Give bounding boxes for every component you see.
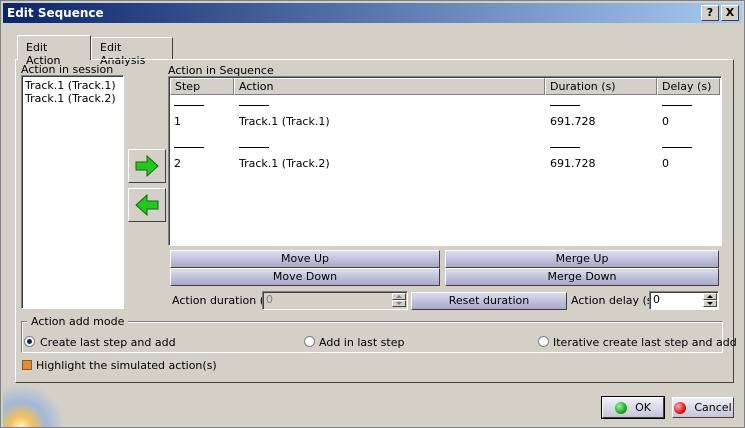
action-duration-label: Action duration (s) <box>172 294 275 307</box>
spin-down-icon[interactable] <box>703 300 717 307</box>
help-button[interactable]: ? <box>701 5 719 21</box>
window-title: Edit Sequence <box>7 6 104 20</box>
decorative-glow-icon <box>3 381 63 427</box>
add-mode-label: Action add mode <box>27 315 129 328</box>
arrow-right-icon <box>135 155 159 177</box>
move-up-button[interactable]: Move Up <box>170 250 440 268</box>
add-to-sequence-button[interactable] <box>128 149 166 183</box>
column-header-action[interactable]: Action <box>234 78 545 95</box>
cell-step: 2 <box>174 147 204 170</box>
spin-up-icon[interactable] <box>703 293 717 300</box>
column-header-duration[interactable]: Duration (s) <box>545 78 657 95</box>
highlight-label[interactable]: Highlight the simulated action(s) <box>36 359 217 372</box>
highlight-checkbox[interactable] <box>22 360 32 370</box>
radio-button[interactable] <box>538 336 549 347</box>
action-delay-field[interactable]: 0 <box>649 291 719 310</box>
cell-delay: 0 <box>662 147 692 170</box>
sequence-table[interactable]: Step Action Duration (s) Delay (s) 1 Tra… <box>168 76 722 246</box>
close-button[interactable]: X <box>721 5 739 21</box>
tab-edit-analysis[interactable]: Edit Analysis <box>91 37 173 67</box>
cancel-button[interactable]: Cancel <box>672 397 734 418</box>
cell-step: 1 <box>174 105 204 128</box>
list-item[interactable]: Track.1 (Track.1) <box>25 79 116 92</box>
move-down-button[interactable]: Move Down <box>170 268 440 286</box>
column-header-step[interactable]: Step <box>170 78 234 95</box>
cell-delay: 0 <box>662 105 692 128</box>
merge-down-button[interactable]: Merge Down <box>445 268 719 286</box>
action-delay-label: Action delay (s) <box>571 294 657 307</box>
radio-label[interactable]: Add in last step <box>319 336 404 349</box>
title-bar: Edit Sequence ? X <box>3 3 742 23</box>
cell-action: Track.1 (Track.1) <box>239 105 330 128</box>
arrow-left-icon <box>135 194 159 216</box>
spin-down-icon <box>392 300 406 307</box>
cell-action: Track.1 (Track.2) <box>239 147 330 170</box>
tab-edit-action[interactable]: Edit Action <box>17 35 91 67</box>
ok-icon <box>615 401 628 414</box>
list-item[interactable]: Track.1 (Track.2) <box>25 92 116 105</box>
action-duration-field: 0 <box>262 291 408 310</box>
cancel-icon <box>674 401 687 414</box>
edit-sequence-dialog: Edit Sequence ? X Edit Action Edit Analy… <box>0 0 745 428</box>
ok-button[interactable]: OK <box>601 396 665 419</box>
radio-label[interactable]: Iterative create last step and add <box>553 336 737 349</box>
session-list[interactable]: Track.1 (Track.1) Track.1 (Track.2) <box>21 75 124 309</box>
spin-up-icon <box>392 293 406 300</box>
reset-duration-button[interactable]: Reset duration <box>411 292 567 310</box>
remove-from-sequence-button[interactable] <box>128 188 166 222</box>
radio-label[interactable]: Create last step and add <box>40 336 176 349</box>
cell-duration: 691.728 <box>550 147 596 170</box>
radio-button[interactable] <box>24 336 35 347</box>
column-header-delay[interactable]: Delay (s) <box>657 78 720 95</box>
merge-up-button[interactable]: Merge Up <box>445 250 719 268</box>
radio-button[interactable] <box>304 336 315 347</box>
cell-duration: 691.728 <box>550 105 596 128</box>
